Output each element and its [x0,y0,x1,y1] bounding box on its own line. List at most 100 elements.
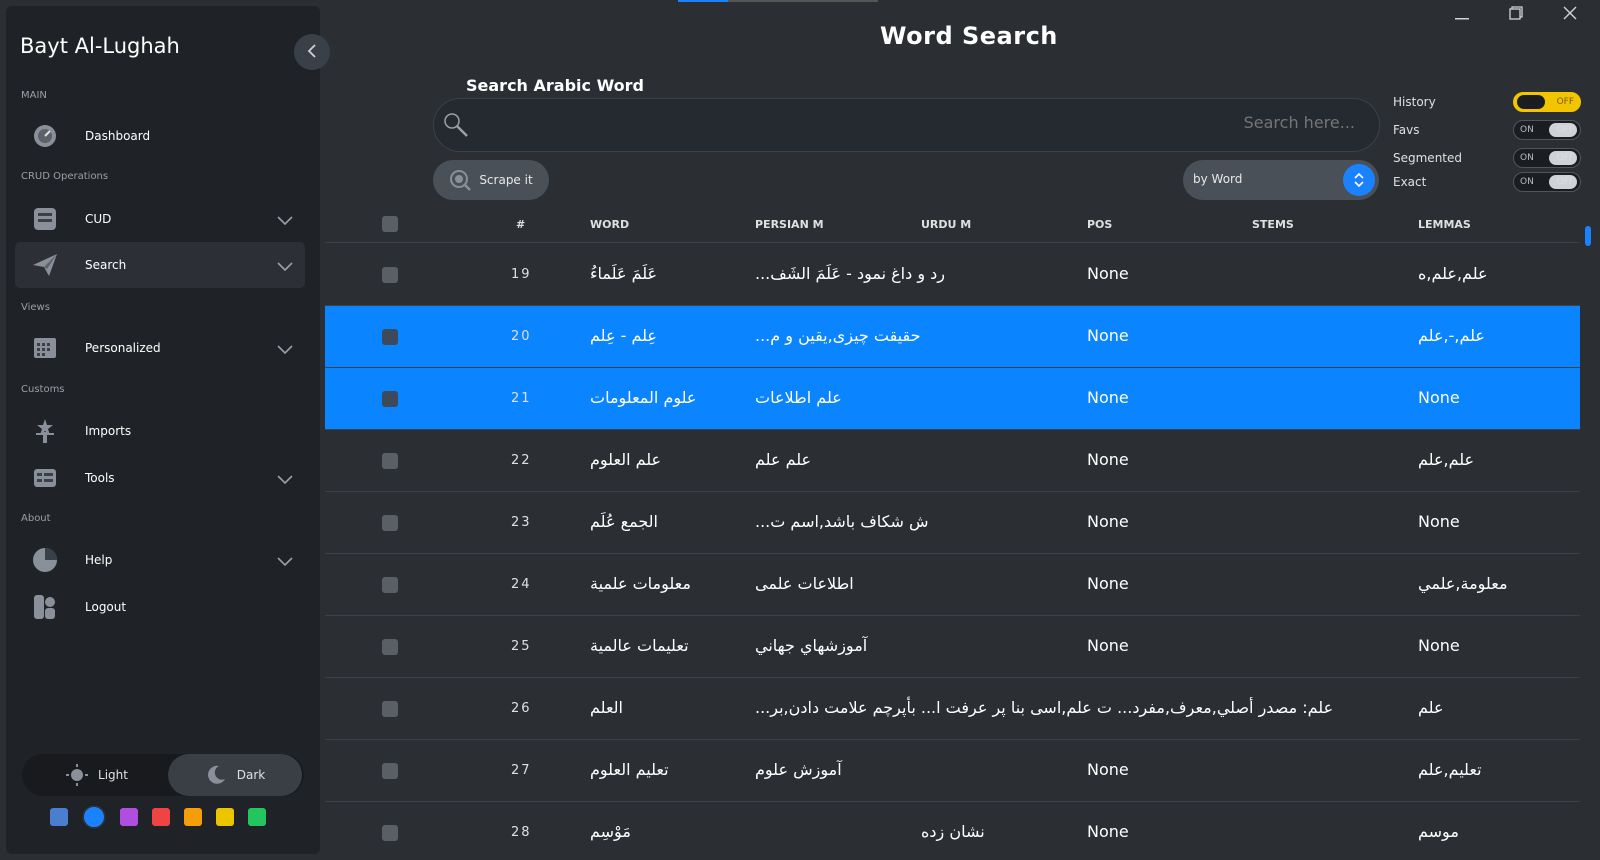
sidebar-item-imports[interactable]: Imports [15,408,305,454]
toggle-switch[interactable]: ON OFF [1513,172,1581,192]
row-checkbox[interactable] [382,577,398,593]
tab-indicator-track [728,0,878,2]
select-all-checkbox[interactable] [382,216,398,232]
cell-lemmas: علم,-,علم [1418,326,1485,345]
close-button[interactable] [1558,4,1582,24]
header-word[interactable]: WORD [590,218,629,231]
theme-light-label: Light [98,768,128,782]
sidebar-item-help[interactable]: Help [15,537,305,583]
search-box[interactable] [433,98,1380,152]
table-row[interactable]: 26 العلم ...علم: مصدر أصلي,معرف,مفرد... ت … [325,678,1580,740]
color-swatch[interactable] [216,808,234,826]
restore-button[interactable] [1504,4,1528,24]
cell-lemmas: تعليم,علم [1418,760,1482,779]
sidebar-item-personalized[interactable]: Personalized [15,325,305,371]
sidebar-item-logout[interactable]: Logout [15,584,305,630]
color-swatch[interactable] [152,808,170,826]
color-swatch[interactable] [50,808,68,826]
row-checkbox[interactable] [382,453,398,469]
toggle-switch[interactable]: ON OFF [1513,148,1581,168]
toggle-on-text: ON [1520,177,1534,187]
spinner-arrows-icon[interactable] [1343,164,1375,196]
section-label-main: MAIN [21,90,47,101]
row-checkbox[interactable] [382,329,398,345]
table-row[interactable]: 19 عَلَمَ عَلَماءُ ...رد و داغ نمود - عَلَ… [325,244,1580,306]
sidebar-item-label: Dashboard [85,129,151,143]
chevron-left-icon [307,43,317,62]
table-row[interactable]: 21 علوم المعلومات علم اطلاعات None None [325,368,1580,430]
cell-pos: None [1087,822,1129,841]
row-checkbox[interactable] [382,825,398,841]
cell-word: علم العلوم [590,450,662,469]
sidebar-item-tools[interactable]: Tools [15,455,305,501]
cell-num: 22 [511,453,532,468]
header-persian[interactable]: PERSIAN M [755,218,824,231]
cell-lemmas: معلومة,علمي [1418,574,1508,593]
cell-num: 20 [511,329,532,344]
header-urdu[interactable]: URDU M [921,218,971,231]
toggle-label: Segmented [1393,151,1462,165]
cell-pos: None [1087,512,1129,531]
sidebar-item-cud[interactable]: CUD [15,196,305,242]
toggle-switch[interactable]: ON OFF [1513,120,1581,140]
theme-light-option[interactable]: Light [30,754,164,796]
theme-toggle[interactable]: Light Dark [22,754,304,796]
minimize-button[interactable] [1450,4,1474,24]
gauge-icon [31,122,59,150]
search-icon [442,111,470,143]
row-checkbox[interactable] [382,763,398,779]
row-checkbox[interactable] [382,267,398,283]
paper-plane-icon [31,251,59,279]
search-input[interactable] [855,113,1355,132]
sidebar-item-label: Help [85,553,113,567]
sidebar-item-search[interactable]: Search [15,242,305,288]
scrape-button[interactable]: Scrape it [433,160,549,200]
row-checkbox[interactable] [382,391,398,407]
sidebar-item-label: Search [85,258,127,272]
search-mode-select[interactable]: by Word [1183,160,1379,200]
theme-dark-option[interactable]: Dark [168,754,302,796]
cell-lemmas: علم [1418,698,1444,717]
sidebar-item-label: CUD [85,212,112,226]
row-checkbox[interactable] [382,639,398,655]
table-header: # WORD PERSIAN M URDU M POS STEMS LEMMAS [325,205,1580,243]
table-row[interactable]: 24 معلومات علمية اطلاعات علمی None معلومة,عل… [325,554,1580,616]
table-row[interactable]: 23 الجمع عُلَم ...ش شکاف باشد,اسم ت None Non… [325,492,1580,554]
header-stems[interactable]: STEMS [1252,218,1294,231]
cell-word: عَلَمَ عَلَماءُ [590,264,658,283]
header-pos[interactable]: POS [1087,218,1112,231]
cell-lemmas: None [1418,388,1460,407]
table-row[interactable]: 25 تعليمات عالمية آموزشهاي جهاني None None [325,616,1580,678]
cell-word: علوم المعلومات [590,388,697,407]
sidebar-item-label: Tools [85,471,115,485]
collapse-sidebar-button[interactable] [294,34,330,70]
section-label-views: Views [21,302,50,313]
section-label-about: About [21,513,51,524]
cell-urdu: نشان زده [921,822,985,841]
row-checkbox[interactable] [382,701,398,717]
table-row[interactable]: 28 مَوْسِم نشان زده None موسم [325,802,1580,860]
sidebar: Bayt Al-Lughah MAIN Dashboard CRUD Opera… [6,6,320,854]
color-swatch[interactable] [120,808,138,826]
color-swatch[interactable] [184,808,202,826]
header-lemmas[interactable]: LEMMAS [1418,218,1471,231]
color-swatch[interactable] [82,805,106,829]
table-row[interactable]: 22 علم العلوم علم علم None علم,علم [325,430,1580,492]
globe-search-icon [449,169,472,191]
cell-persian: آموزشهاي جهاني [755,636,868,655]
cell-word: الجمع عُلَم [590,512,658,531]
toggle-switch[interactable]: ON OFF [1513,92,1581,112]
minimize-icon [1455,5,1469,24]
table-row[interactable]: 20 عِلم - عِلم ...حقیقت چیزی,یقین و م None ع… [325,306,1580,368]
cell-num: 28 [511,825,532,840]
sidebar-item-dashboard[interactable]: Dashboard [15,113,305,159]
scrollbar-thumb[interactable] [1585,226,1591,246]
color-swatch[interactable] [248,808,266,826]
header-num[interactable]: # [516,218,525,231]
cell-persian: ...رد و داغ نمود - عَلَمَ الشَف [755,264,945,283]
cell-persian: علم اطلاعات [755,388,842,407]
table-row[interactable]: 27 تعليم العلوم آموزش علوم None تعليم,علم [325,740,1580,802]
cell-persian: ...ش شکاف باشد,اسم ت [755,512,929,531]
row-checkbox[interactable] [382,515,398,531]
chevron-down-icon [277,211,293,230]
